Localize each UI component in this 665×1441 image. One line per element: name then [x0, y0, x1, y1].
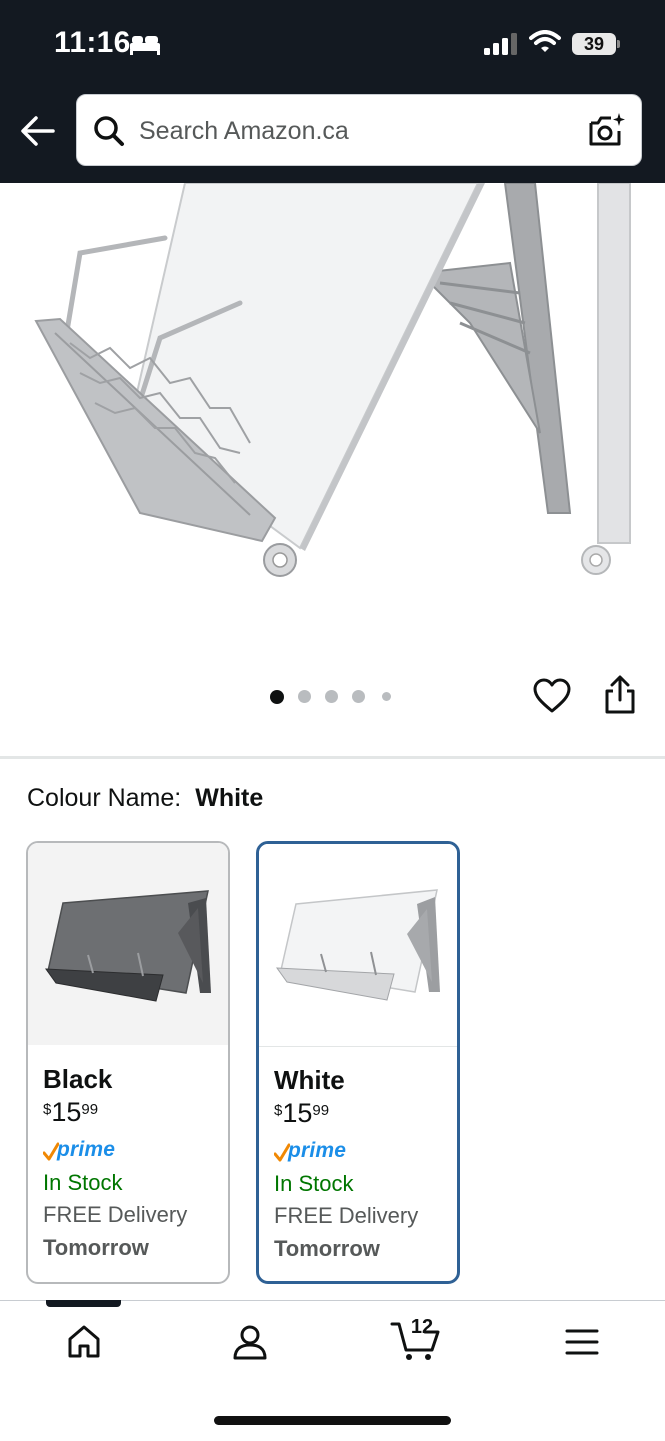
- price-symbol: $: [274, 1102, 283, 1119]
- search-box[interactable]: [76, 94, 642, 167]
- camera-icon[interactable]: [587, 111, 627, 149]
- bed-icon: [130, 36, 160, 55]
- prime-badge: prime: [43, 1138, 222, 1164]
- home-indicator[interactable]: [214, 1416, 451, 1425]
- prime-badge: prime: [274, 1139, 451, 1165]
- delivery-text: FREE Delivery: [274, 1203, 419, 1228]
- product-illustration: [34, 183, 631, 577]
- search-icon: [94, 116, 124, 146]
- pager-dot[interactable]: [298, 690, 311, 703]
- delivery-day: Tomorrow: [43, 1235, 149, 1260]
- delivery-text: FREE Delivery: [43, 1202, 188, 1227]
- prime-label: prime: [57, 1138, 116, 1161]
- back-arrow-icon[interactable]: [20, 115, 56, 147]
- variant-card-black[interactable]: Black $1599 prime In Stock FREE Delivery…: [26, 841, 230, 1284]
- menu-icon[interactable]: [565, 1328, 599, 1356]
- cart-count-badge: 12: [410, 1316, 434, 1338]
- variant-name: Black: [43, 1064, 113, 1094]
- price-fraction: 99: [312, 1102, 330, 1119]
- share-icon[interactable]: [603, 675, 637, 715]
- variant-image-black: [28, 843, 228, 1045]
- price-fraction: 99: [81, 1101, 99, 1118]
- pager-dot[interactable]: [325, 690, 338, 703]
- variant-price: $1599: [43, 1099, 222, 1130]
- price-symbol: $: [43, 1101, 52, 1118]
- pager-dot-active[interactable]: [270, 690, 284, 704]
- delivery-day: Tomorrow: [274, 1236, 380, 1261]
- signal-icon: [484, 33, 517, 55]
- search-input[interactable]: [139, 95, 569, 167]
- variant-name: White: [274, 1065, 345, 1095]
- variant-card-white[interactable]: White $1599 prime In Stock FREE Delivery…: [256, 841, 460, 1284]
- status-time: 11:16: [54, 26, 131, 59]
- colour-name-row: Colour Name: White: [27, 784, 263, 813]
- battery-nub: [617, 40, 620, 48]
- heart-icon[interactable]: [533, 678, 571, 714]
- variant-image-white: [259, 844, 457, 1047]
- colour-selected-value: White: [195, 784, 264, 812]
- colour-name-label: Colour Name:: [27, 784, 182, 812]
- price-whole: 15: [282, 1098, 313, 1128]
- stock-status: In Stock: [43, 1170, 123, 1195]
- prime-label: prime: [288, 1139, 347, 1162]
- active-tab-indicator: [46, 1300, 121, 1307]
- section-divider: [0, 756, 665, 759]
- pager-dot[interactable]: [352, 690, 365, 703]
- battery-indicator: 39: [572, 33, 616, 55]
- stock-status: In Stock: [274, 1171, 354, 1196]
- variant-price: $1599: [274, 1100, 451, 1131]
- price-whole: 15: [51, 1097, 82, 1127]
- pager-dot[interactable]: [382, 692, 391, 701]
- product-image[interactable]: [0, 183, 665, 663]
- user-icon[interactable]: [232, 1324, 268, 1360]
- home-icon[interactable]: [66, 1324, 102, 1360]
- wifi-icon: [529, 30, 561, 52]
